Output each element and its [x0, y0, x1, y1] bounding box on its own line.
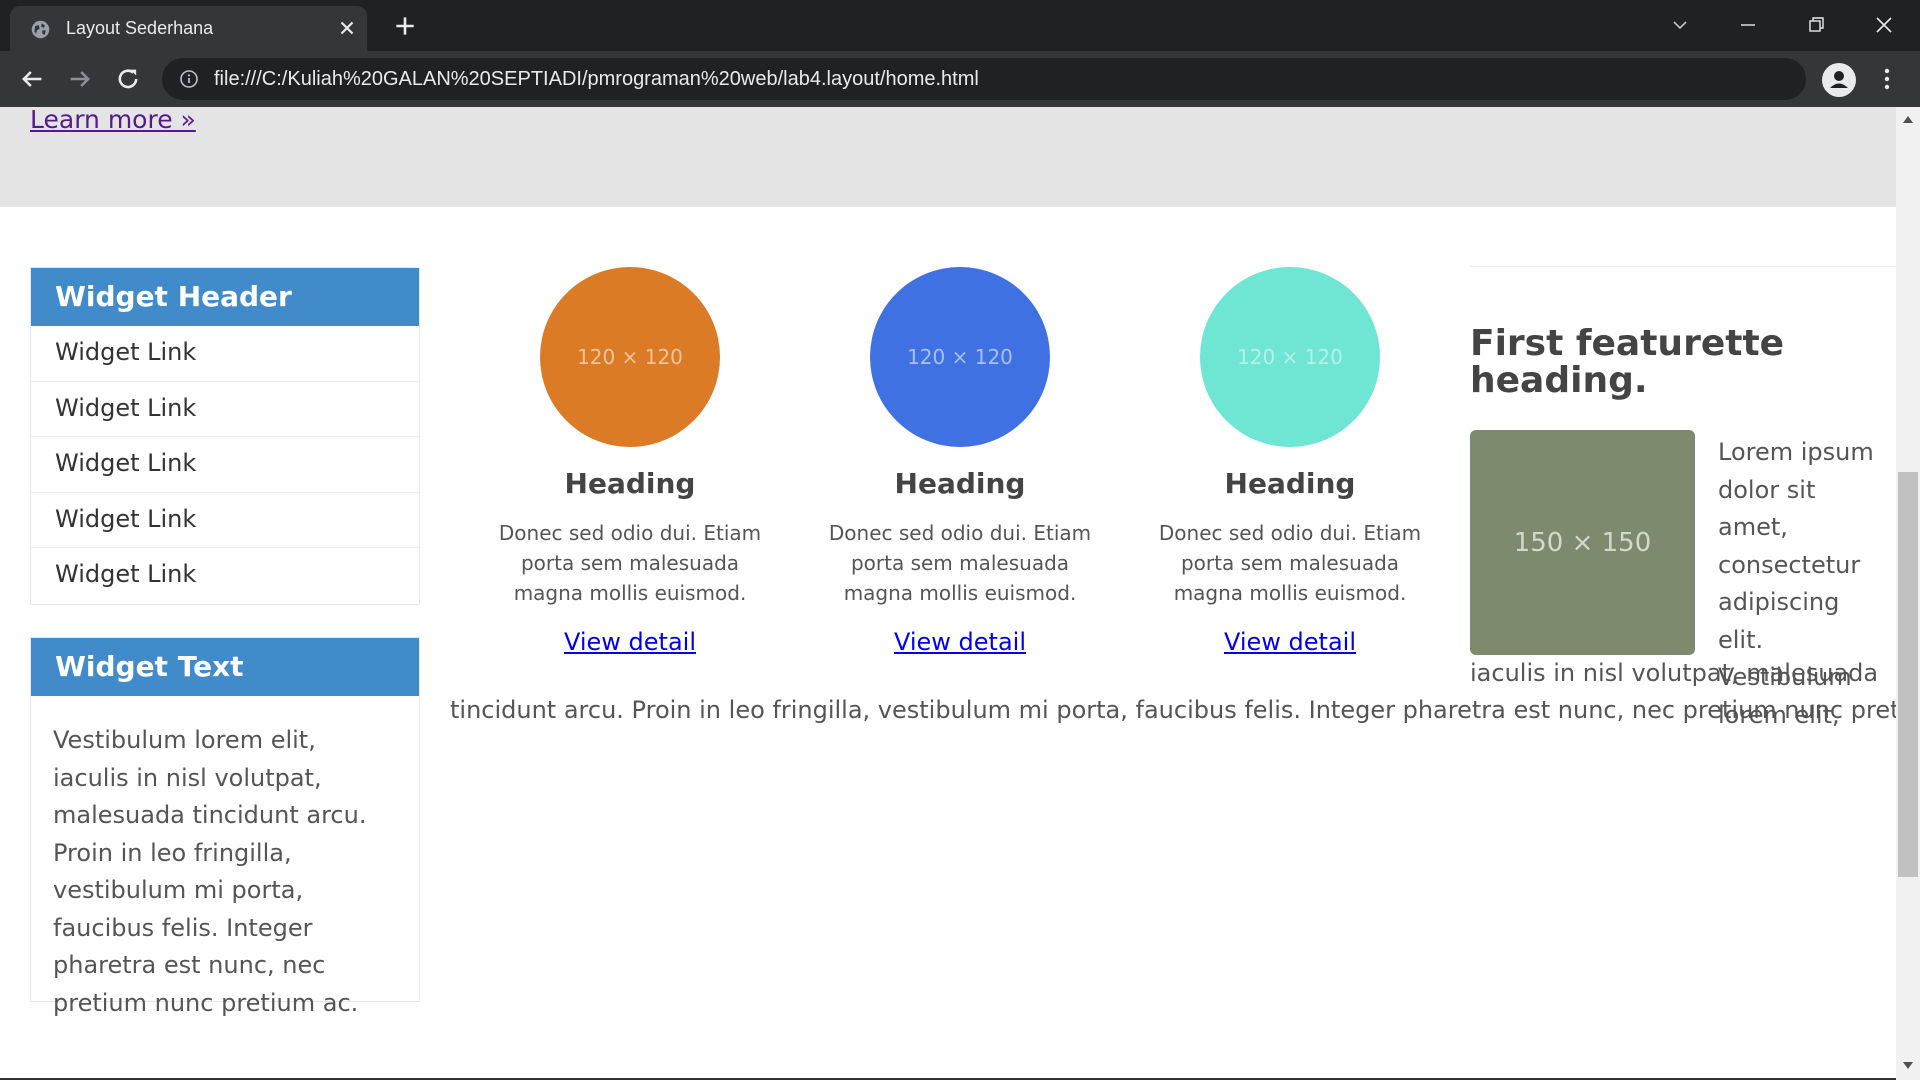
url-text[interactable]: file:///C:/Kuliah%20GALAN%20SEPTIADI/pmr… [214, 68, 979, 91]
view-detail-link[interactable]: View detail [1224, 628, 1356, 656]
info-icon[interactable] [179, 69, 199, 89]
reload-icon[interactable] [114, 65, 142, 93]
learn-more-link[interactable]: Learn more » [30, 107, 196, 134]
featurette-placeholder-image: 150 × 150 [1470, 430, 1695, 655]
page-viewport: Learn more » Widget Header Widget Link W… [0, 107, 1920, 1080]
widget-header: Widget Header [31, 268, 419, 326]
tab-bar: Layout Sederhana [0, 0, 1920, 51]
column-heading: Heading [564, 467, 696, 500]
column-text: Donec sed odio dui. Etiam porta sem male… [1158, 521, 1422, 605]
widget-text-body: Vestibulum lorem elit, iaculis in nisl v… [53, 726, 367, 1017]
browser-toolbar: file:///C:/Kuliah%20GALAN%20SEPTIADI/pmr… [0, 51, 1920, 107]
scroll-down-arrow-icon[interactable] [1903, 1062, 1913, 1070]
featurette-divider [1470, 266, 1896, 267]
featurette-text: Lorem ipsum dolor sit amet, consectetur … [1718, 438, 1874, 729]
close-icon[interactable] [336, 17, 358, 39]
window-close-icon[interactable] [1869, 10, 1899, 40]
browser-tab[interactable]: Layout Sederhana [10, 6, 367, 51]
feature-column: 120 × 120 Heading Donec sed odio dui. Et… [1135, 267, 1445, 656]
feature-column: 120 × 120 Heading Donec sed odio dui. Et… [475, 267, 785, 656]
featurette-text-line: iaculis in nisl volutpat, malesuada [1470, 659, 1879, 687]
circle-placeholder-image: 120 × 120 [1200, 267, 1380, 447]
widget-link[interactable]: Widget Link [31, 548, 419, 604]
kebab-menu-icon[interactable] [1873, 65, 1901, 93]
profile-icon[interactable] [1822, 63, 1856, 97]
vertical-scrollbar[interactable] [1896, 107, 1920, 1080]
restore-icon[interactable] [1801, 10, 1831, 40]
column-heading: Heading [894, 467, 1026, 500]
new-tab-icon[interactable] [392, 13, 418, 39]
featurette-heading: First featurette heading. [1470, 323, 1785, 401]
widget-text-panel: Widget Text Vestibulum lorem elit, iacul… [30, 637, 420, 1017]
view-detail-link[interactable]: View detail [564, 628, 696, 656]
feature-column: 120 × 120 Heading Donec sed odio dui. Et… [805, 267, 1115, 656]
globe-icon [31, 20, 50, 39]
widget-link[interactable]: Widget Link [31, 326, 419, 382]
column-text: Donec sed odio dui. Etiam porta sem male… [828, 521, 1092, 605]
chevron-down-icon[interactable] [1665, 10, 1695, 40]
circle-placeholder-image: 120 × 120 [870, 267, 1050, 447]
forward-arrow-icon[interactable] [66, 65, 94, 93]
scrollbar-thumb[interactable] [1898, 472, 1918, 877]
widget-links-panel: Widget Header Widget Link Widget Link Wi… [30, 267, 420, 605]
view-detail-link[interactable]: View detail [894, 628, 1026, 656]
address-bar[interactable]: file:///C:/Kuliah%20GALAN%20SEPTIADI/pmr… [162, 58, 1806, 100]
column-heading: Heading [1224, 467, 1356, 500]
column-text: Donec sed odio dui. Etiam porta sem male… [498, 521, 762, 605]
minimize-icon[interactable] [1733, 10, 1763, 40]
back-arrow-icon[interactable] [18, 65, 46, 93]
featurette-text-continued: tincidunt arcu. Proin in leo fringilla, … [450, 696, 1920, 724]
tab-title: Layout Sederhana [66, 18, 214, 38]
widget-link[interactable]: Widget Link [31, 382, 419, 437]
circle-placeholder-image: 120 × 120 [540, 267, 720, 447]
widget-text-header: Widget Text [31, 638, 419, 696]
scroll-up-arrow-icon[interactable] [1903, 115, 1913, 123]
jumbotron: Learn more » [0, 107, 1896, 207]
widget-link[interactable]: Widget Link [31, 493, 419, 548]
widget-link[interactable]: Widget Link [31, 437, 419, 493]
